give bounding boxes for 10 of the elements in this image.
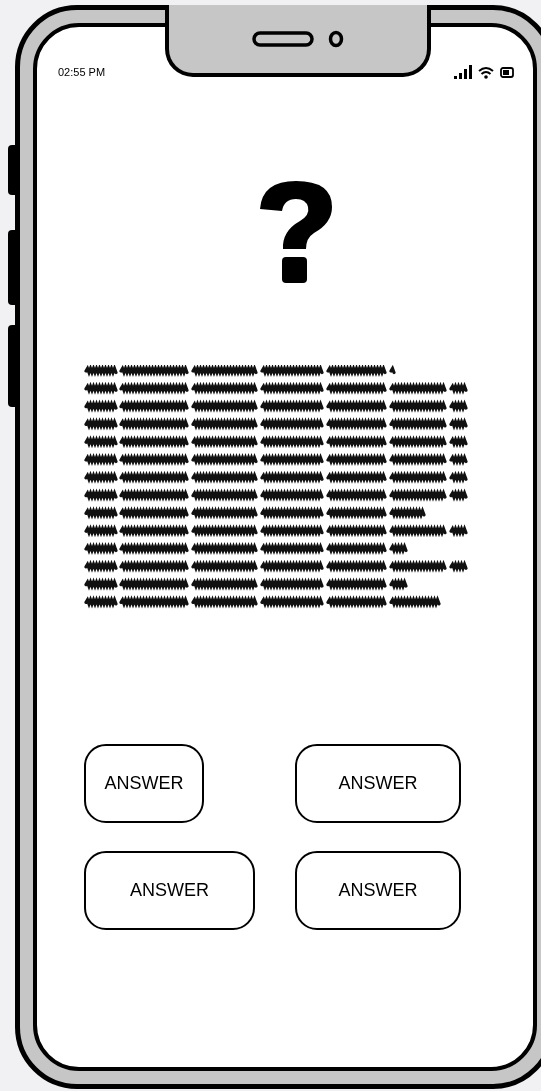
answer-button[interactable]: ANSWER — [295, 743, 461, 823]
answer-button[interactable]: ANSWER — [84, 850, 255, 930]
answer-button[interactable]: ANSWER — [84, 743, 204, 823]
speaker-icon — [252, 31, 314, 47]
status-time: 02:55 PM — [58, 65, 106, 80]
answer-button[interactable]: ANSWER — [295, 850, 461, 930]
signal-icon — [454, 65, 472, 80]
wifi-icon — [478, 65, 494, 79]
camera-icon — [328, 30, 344, 48]
battery-icon — [500, 66, 515, 78]
